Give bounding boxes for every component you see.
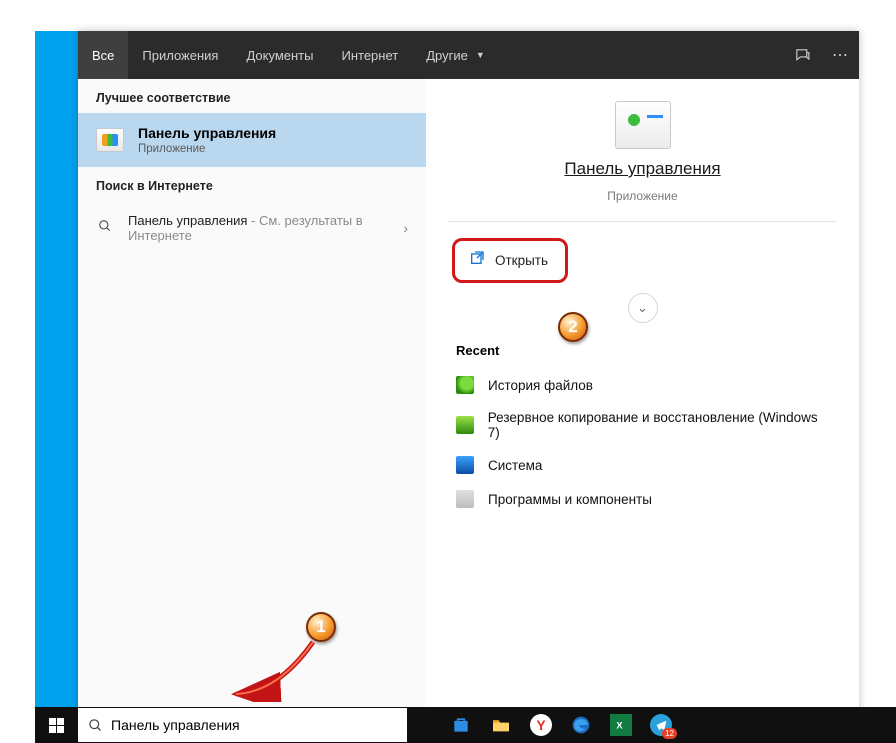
tab-internet[interactable]: Интернет [327, 31, 412, 79]
web-search-item[interactable]: Панель управления - См. результаты в Инт… [78, 201, 426, 255]
chevron-right-icon: › [403, 220, 408, 236]
backup-icon [456, 416, 474, 434]
telegram-badge: 12 [662, 728, 677, 739]
open-label: Открыть [495, 253, 548, 268]
preview-pane: Панель управления Приложение Открыть ⌄ R… [426, 79, 859, 722]
best-match-title: Панель управления [138, 125, 276, 141]
file-history-icon [456, 376, 474, 394]
recent-item-history[interactable]: История файлов [426, 368, 859, 402]
results-left-pane: Лучшее соответствие Панель управления Пр… [78, 79, 426, 722]
tab-apps[interactable]: Приложения [128, 31, 232, 79]
annotation-step-1: 1 [306, 612, 336, 642]
divider [448, 221, 837, 222]
preview-subtitle: Приложение [607, 189, 677, 203]
tab-other[interactable]: Другие▼ [412, 31, 499, 79]
system-icon [456, 456, 474, 474]
web-search-text: Панель управления - См. результаты в Инт… [128, 213, 389, 243]
programs-icon [456, 490, 474, 508]
recent-item-programs[interactable]: Программы и компоненты [426, 482, 859, 516]
control-panel-icon [96, 128, 124, 152]
open-icon [469, 250, 485, 271]
web-search-header: Поиск в Интернете [78, 167, 426, 201]
tab-all[interactable]: Все [78, 31, 128, 79]
search-input[interactable] [111, 717, 397, 733]
best-match-subtitle: Приложение [138, 143, 276, 155]
taskbar-telegram-icon[interactable]: 12 [650, 714, 672, 736]
expand-chevron-icon[interactable]: ⌄ [628, 293, 658, 323]
chevron-down-icon: ▼ [476, 50, 485, 60]
more-icon[interactable]: ⋯ [821, 31, 859, 79]
svg-text:X: X [616, 721, 623, 731]
taskbar-search-box[interactable] [78, 708, 407, 742]
taskbar-store-icon[interactable] [441, 707, 481, 743]
search-filter-tabs: Все Приложения Документы Интернет Другие… [78, 31, 859, 79]
best-match-header: Лучшее соответствие [78, 79, 426, 113]
feedback-icon[interactable] [783, 31, 821, 79]
taskbar: Y X 12 [35, 707, 896, 743]
annotation-step-2: 2 [558, 312, 588, 342]
taskbar-yandex-icon[interactable]: Y [530, 714, 552, 736]
recent-header: Recent [426, 323, 859, 368]
preview-title[interactable]: Панель управления [564, 159, 720, 179]
accent-strip [35, 31, 78, 722]
preview-app-icon [615, 101, 671, 149]
taskbar-explorer-icon[interactable] [481, 707, 521, 743]
windows-logo-icon [49, 718, 64, 733]
start-button[interactable] [35, 707, 78, 743]
best-match-item[interactable]: Панель управления Приложение [78, 113, 426, 167]
taskbar-edge-icon[interactable] [561, 707, 601, 743]
recent-item-system[interactable]: Система [426, 448, 859, 482]
search-icon [96, 219, 114, 238]
search-icon [88, 718, 103, 733]
taskbar-excel-icon[interactable]: X [610, 714, 632, 736]
open-button[interactable]: Открыть [452, 238, 568, 283]
tab-docs[interactable]: Документы [232, 31, 327, 79]
recent-item-backup[interactable]: Резервное копирование и восстановление (… [426, 402, 859, 448]
start-search-panel: Все Приложения Документы Интернет Другие… [78, 31, 859, 722]
